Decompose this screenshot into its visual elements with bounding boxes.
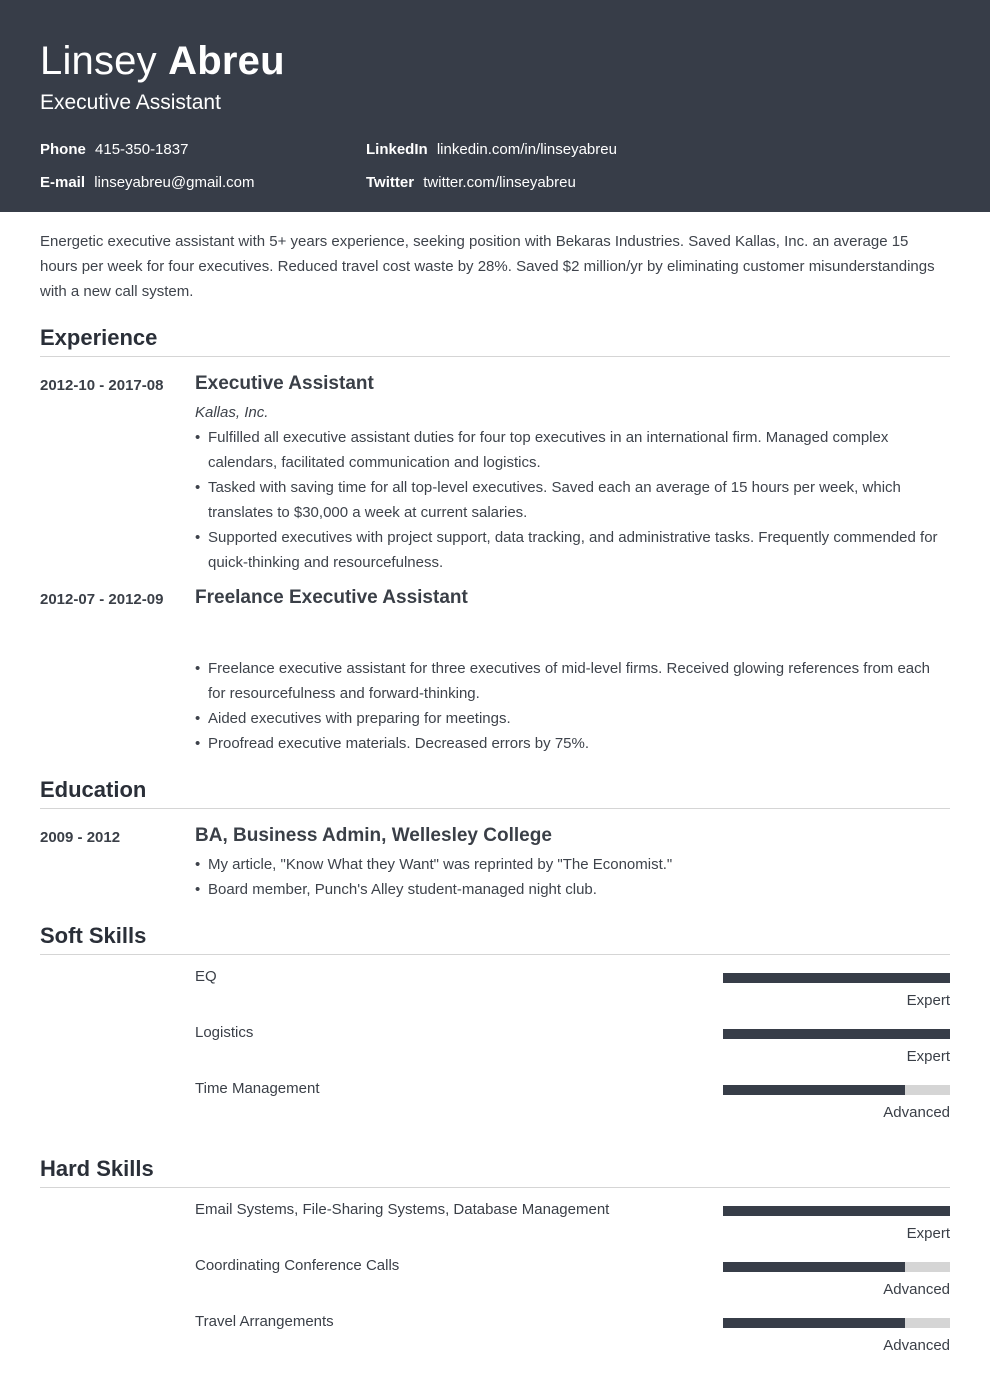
contact-info: Phone 415-350-1837 LinkedIn linkedin.com…: [40, 140, 950, 192]
skill-meter: Expert: [723, 967, 950, 1023]
hard-skills-section: Hard Skills Email Systems, File-Sharing …: [40, 1155, 950, 1368]
skill-bar-fill: [723, 1085, 905, 1095]
bullet-item: Supported executives with project suppor…: [195, 525, 950, 575]
skill-bar-track: [723, 1085, 950, 1095]
skill-meter: Expert: [723, 1023, 950, 1079]
skill-list: Email Systems, File-Sharing Systems, Dat…: [40, 1200, 950, 1368]
skill-level: Expert: [906, 1048, 950, 1065]
skill-bar-track: [723, 1262, 950, 1272]
skill-name: Time Management: [195, 1080, 320, 1097]
section-title: Education: [40, 776, 950, 809]
experience-section: Experience 2012-10 - 2017-08 Executive A…: [40, 324, 950, 756]
entry-title: Freelance Executive Assistant: [195, 587, 468, 608]
skill-name: Coordinating Conference Calls: [195, 1257, 400, 1274]
skill-level: Expert: [906, 1225, 950, 1242]
skill-name: Logistics: [195, 1024, 254, 1041]
skill-level: Advanced: [883, 1281, 950, 1298]
section-title: Soft Skills: [40, 922, 950, 955]
skill-item: Travel Arrangements Advanced: [40, 1312, 950, 1368]
contact-linkedin: LinkedIn linkedin.com/in/linseyabreu: [366, 140, 950, 159]
entry-date: 2012-10 - 2017-08: [40, 377, 164, 394]
bullet-item: My article, "Know What they Want" was re…: [195, 852, 950, 877]
skill-item: EQ Expert: [40, 967, 950, 1023]
skill-bar-track: [723, 1318, 950, 1328]
skill-name: EQ: [195, 968, 217, 985]
entry-date: 2012-07 - 2012-09: [40, 591, 164, 608]
bullet-item: Aided executives with preparing for meet…: [195, 706, 950, 731]
resume-body: Energetic executive assistant with 5+ ye…: [0, 229, 990, 1368]
entry-bullets: Fulfilled all executive assistant duties…: [195, 425, 950, 575]
job-title: Executive Assistant: [40, 91, 221, 114]
entry-company: Kallas, Inc.: [195, 404, 269, 421]
skill-meter: Advanced: [723, 1079, 950, 1135]
summary: Energetic executive assistant with 5+ ye…: [40, 233, 935, 300]
skill-bar-fill: [723, 1029, 950, 1039]
skill-list: EQ Expert Logistics Expert Time Manageme…: [40, 967, 950, 1135]
entry-bullets: Freelance executive assistant for three …: [195, 656, 950, 756]
skill-level: Advanced: [883, 1104, 950, 1121]
entry-company: [195, 621, 950, 641]
skill-name: Email Systems, File-Sharing Systems, Dat…: [195, 1201, 610, 1218]
section-title: Experience: [40, 324, 950, 357]
skill-bar-fill: [723, 1206, 950, 1216]
twitter-link[interactable]: twitter.com/linseyabreu: [423, 174, 576, 191]
entry-date: 2009 - 2012: [40, 829, 121, 846]
skill-bar-track: [723, 1029, 950, 1039]
skill-bar-track: [723, 973, 950, 983]
soft-skills-section: Soft Skills EQ Expert Logistics Expert T…: [40, 922, 950, 1135]
phone-value: 415-350-1837: [95, 141, 189, 158]
resume-header: Linsey Abreu Executive Assistant Phone 4…: [0, 0, 990, 212]
skill-meter: Expert: [723, 1200, 950, 1256]
skill-bar-track: [723, 1206, 950, 1216]
contact-label: Phone: [40, 141, 86, 158]
contact-phone: Phone 415-350-1837: [40, 140, 366, 159]
contact-email: E-mail linseyabreu@gmail.com: [40, 173, 366, 192]
skill-meter: Advanced: [723, 1256, 950, 1312]
email-link[interactable]: linseyabreu@gmail.com: [94, 174, 254, 191]
section-title: Hard Skills: [40, 1155, 950, 1188]
contact-label: LinkedIn: [366, 141, 428, 158]
entry-bullets: My article, "Know What they Want" was re…: [195, 852, 950, 902]
skill-bar-fill: [723, 1262, 905, 1272]
skill-bar-fill: [723, 973, 950, 983]
candidate-name: Linsey Abreu: [40, 38, 950, 84]
experience-entry: 2012-07 - 2012-09 Freelance Executive As…: [40, 585, 950, 756]
skill-level: Expert: [906, 992, 950, 1009]
last-name: Abreu: [168, 39, 285, 83]
bullet-item: Tasked with saving time for all top-leve…: [195, 475, 950, 525]
contact-label: Twitter: [366, 174, 415, 191]
skill-item: Email Systems, File-Sharing Systems, Dat…: [40, 1200, 950, 1256]
skill-item: Coordinating Conference Calls Advanced: [40, 1256, 950, 1312]
education-entry: 2009 - 2012 BA, Business Admin, Wellesle…: [40, 823, 950, 902]
contact-label: E-mail: [40, 174, 86, 191]
education-section: Education 2009 - 2012 BA, Business Admin…: [40, 776, 950, 902]
skill-level: Advanced: [883, 1337, 950, 1354]
bullet-item: Fulfilled all executive assistant duties…: [195, 425, 950, 475]
linkedin-link[interactable]: linkedin.com/in/linseyabreu: [437, 141, 617, 158]
experience-entry: 2012-10 - 2017-08 Executive Assistant Ka…: [40, 371, 950, 575]
bullet-item: Board member, Punch's Alley student-mana…: [195, 877, 950, 902]
skill-bar-fill: [723, 1318, 905, 1328]
first-name: Linsey: [40, 39, 157, 83]
contact-twitter: Twitter twitter.com/linseyabreu: [366, 173, 950, 192]
skill-item: Time Management Advanced: [40, 1079, 950, 1135]
skill-meter: Advanced: [723, 1312, 950, 1368]
entry-title: BA, Business Admin, Wellesley College: [195, 825, 552, 846]
bullet-item: Freelance executive assistant for three …: [195, 656, 950, 706]
skill-name: Travel Arrangements: [195, 1313, 334, 1330]
skill-item: Logistics Expert: [40, 1023, 950, 1079]
entry-title: Executive Assistant: [195, 373, 374, 394]
bullet-item: Proofread executive materials. Decreased…: [195, 731, 950, 756]
